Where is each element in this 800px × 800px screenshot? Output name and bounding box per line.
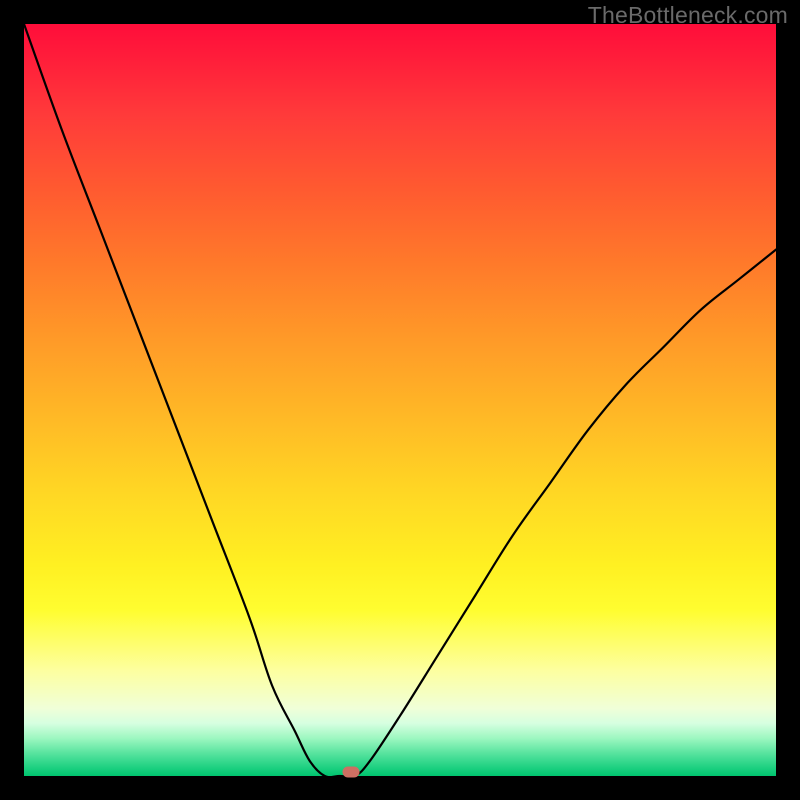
watermark-text: TheBottleneck.com: [588, 2, 788, 29]
bottleneck-curve: [24, 24, 776, 776]
chart-plot-area: [24, 24, 776, 776]
optimal-point-marker: [343, 767, 360, 778]
